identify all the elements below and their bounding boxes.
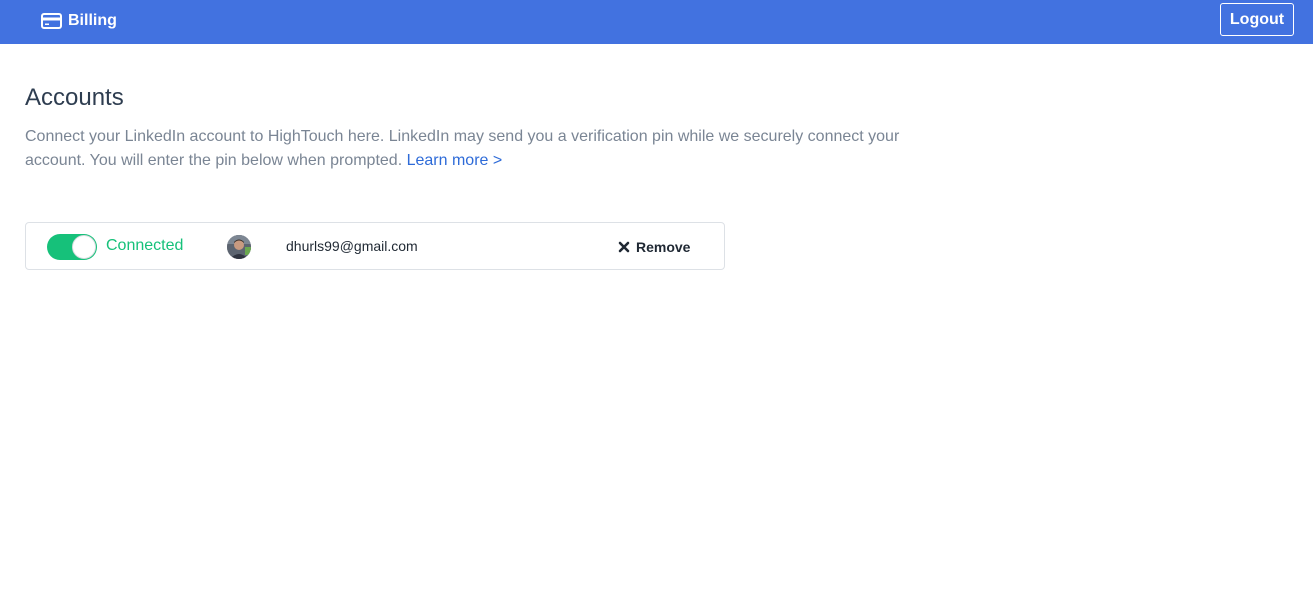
learn-more-link[interactable]: Learn more > xyxy=(407,152,503,169)
billing-label: Billing xyxy=(68,12,117,29)
remove-account-button[interactable]: Remove xyxy=(618,237,690,257)
account-email: dhurls99@gmail.com xyxy=(286,238,418,254)
billing-link[interactable]: Billing xyxy=(41,10,117,32)
connection-toggle[interactable] xyxy=(47,234,97,260)
page-description: Connect your LinkedIn account to HighTou… xyxy=(25,125,925,173)
connection-status: Connected xyxy=(106,237,184,254)
credit-card-icon xyxy=(41,13,62,29)
logout-button[interactable]: Logout xyxy=(1220,3,1294,36)
top-navbar: Billing Logout xyxy=(0,0,1313,44)
page-title: Accounts xyxy=(25,84,124,111)
avatar xyxy=(227,235,251,259)
close-icon xyxy=(618,241,630,253)
account-row: Connected dhurls99@gmail.com Remove xyxy=(25,222,725,270)
toggle-knob xyxy=(72,235,96,259)
remove-label: Remove xyxy=(636,239,691,255)
